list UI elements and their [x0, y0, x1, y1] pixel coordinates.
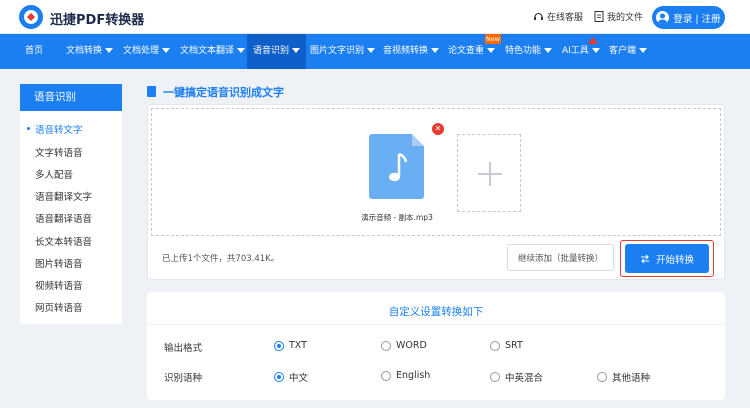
- radio-format-word[interactable]: WORD: [381, 340, 427, 351]
- headset-icon: [534, 12, 543, 20]
- document-icon: [594, 11, 604, 22]
- radio-unchecked-icon: [597, 372, 607, 382]
- my-files-label: 我的文件: [607, 13, 644, 23]
- upload-status: 已上传1个文件，共703.41K。: [162, 254, 280, 264]
- brand-name[interactable]: 迅捷PDF转换器: [50, 9, 144, 28]
- radio-unchecked-icon: [381, 370, 391, 381]
- sidebar-item-speech-translate-text[interactable]: 语音翻译文字: [20, 189, 122, 203]
- output-format-label: 输出格式: [164, 343, 203, 354]
- radio-format-srt[interactable]: SRT: [490, 340, 523, 351]
- section-title: 一键搞定语音识别成文字: [163, 86, 284, 99]
- chevron-down-icon: [292, 48, 301, 53]
- radio-lang-mixed[interactable]: 中英混合: [490, 370, 543, 384]
- file-name: 演示音频 - 副本.mp3: [361, 213, 433, 222]
- nav-item-doc-convert[interactable]: 文档转换: [66, 34, 114, 69]
- active-dot-icon: [27, 127, 30, 130]
- radio-lang-chinese[interactable]: 中文: [274, 370, 308, 384]
- nav-item-client[interactable]: 客户端: [609, 34, 648, 69]
- start-convert-button[interactable]: 开始转换: [625, 244, 709, 273]
- customer-service-link[interactable]: 在线客服: [533, 10, 583, 23]
- main-nav: 首页 文档转换 文档处理 文档文本翻译 语音识别 图片文字识别 音视频转换 论文…: [0, 34, 750, 69]
- sidebar-item-speech-translate-speech[interactable]: 语音翻译语音: [20, 211, 122, 225]
- nav-item-av-convert[interactable]: 音视频转换: [383, 34, 440, 69]
- chevron-down-icon: [105, 48, 114, 53]
- radio-unchecked-icon: [490, 372, 500, 382]
- chevron-down-icon: [367, 48, 376, 53]
- sidebar-item-video-to-speech[interactable]: 视频转语音: [20, 278, 122, 292]
- sidebar-item-multi-dubbing[interactable]: 多人配音: [20, 167, 122, 181]
- divider: [147, 324, 725, 325]
- sidebar-item-long-text-to-speech[interactable]: 长文本转语音: [20, 234, 122, 248]
- chevron-down-icon: [639, 48, 648, 53]
- user-avatar-icon: [656, 11, 670, 24]
- sidebar: 语音识别 语音转文字 文字转语音 多人配音 语音翻译文字 语音翻译语音 长文本转…: [20, 84, 122, 324]
- radio-unchecked-icon: [490, 340, 500, 351]
- sidebar-item-text-to-speech[interactable]: 文字转语音: [20, 145, 122, 159]
- customer-service-label: 在线客服: [547, 13, 584, 23]
- radio-unchecked-icon: [381, 340, 391, 351]
- start-convert-label: 开始转换: [655, 254, 694, 266]
- chevron-down-icon: [431, 48, 440, 53]
- nav-item-home[interactable]: 首页: [25, 34, 55, 69]
- chevron-down-icon: [487, 48, 496, 53]
- chevron-down-icon: [591, 48, 600, 53]
- sidebar-item-speech-to-text[interactable]: 语音转文字: [20, 122, 122, 136]
- sidebar-item-image-to-speech[interactable]: 图片转语音: [20, 256, 122, 270]
- chevron-down-icon: [544, 48, 553, 53]
- chevron-down-icon: [162, 48, 171, 53]
- nav-item-doc-process[interactable]: 文档处理: [123, 34, 171, 69]
- recognition-language-label: 识别语种: [164, 373, 203, 384]
- login-register-button[interactable]: 登录 | 注册: [652, 6, 725, 29]
- radio-format-txt[interactable]: TXT: [274, 340, 307, 351]
- add-file-button[interactable]: [457, 134, 521, 212]
- radio-lang-english[interactable]: English: [381, 370, 430, 381]
- swap-icon: [640, 254, 649, 263]
- sidebar-item-web-to-speech[interactable]: 网页转语音: [20, 300, 122, 314]
- file-fold-corner: [412, 134, 424, 146]
- arrow-up-icon: [588, 37, 598, 44]
- remove-file-button[interactable]: ✕: [432, 123, 444, 135]
- login-label: 登录 | 注册: [673, 13, 721, 25]
- new-badge: New: [485, 34, 501, 44]
- nav-item-doc-translate[interactable]: 文档文本翻译: [180, 34, 246, 69]
- nav-item-speech-recognition[interactable]: 语音识别: [247, 34, 307, 69]
- settings-title: 自定义设置转换如下: [388, 306, 484, 318]
- radio-checked-icon: [274, 340, 284, 351]
- chevron-down-icon: [237, 48, 246, 53]
- my-files-link[interactable]: 我的文件: [594, 10, 643, 23]
- logo-icon[interactable]: [18, 4, 44, 30]
- radio-lang-other[interactable]: 其他语种: [597, 370, 650, 384]
- nav-item-image-ocr[interactable]: 图片文字识别: [310, 34, 376, 69]
- nav-item-features[interactable]: 特色功能: [505, 34, 553, 69]
- continue-add-button[interactable]: 继续添加（批量转换）: [507, 244, 614, 271]
- radio-checked-icon: [274, 372, 284, 382]
- document-icon: [147, 86, 156, 97]
- top-bar: 迅捷PDF转换器 在线客服 我的文件 登录 | 注册: [0, 0, 750, 34]
- sidebar-title: 语音识别: [20, 84, 122, 111]
